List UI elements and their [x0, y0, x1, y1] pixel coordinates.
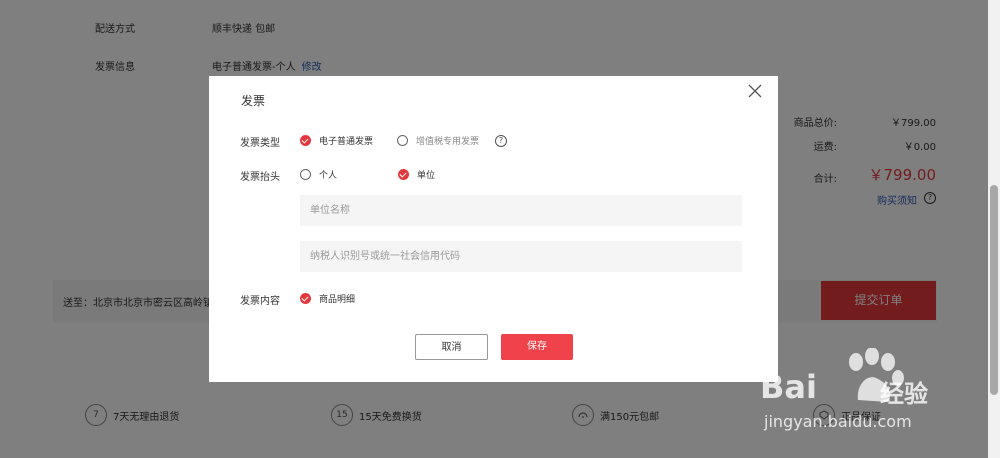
- scrollbar-thumb[interactable]: [990, 185, 998, 395]
- close-icon[interactable]: [748, 84, 762, 98]
- invoice-header-company[interactable]: 单位: [398, 168, 435, 181]
- cancel-button[interactable]: 取消: [415, 334, 488, 360]
- baidu-jingyan-watermark: Bai 经验 jingyan.baidu.com: [760, 348, 960, 442]
- save-button[interactable]: 保存: [501, 334, 573, 360]
- page-scrollbar[interactable]: [988, 0, 1000, 458]
- company-name-input[interactable]: [300, 195, 742, 226]
- modal-title: 发票: [241, 94, 266, 108]
- invoice-content-detail[interactable]: 商品明细: [300, 292, 355, 305]
- invoice-type-vat[interactable]: 增值税专用发票 ?: [397, 134, 508, 147]
- invoice-type-electronic[interactable]: 电子普通发票: [300, 134, 373, 147]
- radio-checked-icon[interactable]: [300, 293, 311, 304]
- invoice-header-label: 发票抬头: [240, 172, 280, 183]
- watermark-brand-suffix: 经验: [880, 380, 928, 408]
- taxpayer-id-input[interactable]: [300, 241, 742, 272]
- option-label: 增值税专用发票: [416, 137, 480, 147]
- radio-unchecked-icon[interactable]: [397, 135, 408, 146]
- option-label: 个人: [319, 171, 338, 181]
- radio-checked-icon[interactable]: [398, 169, 409, 180]
- radio-unchecked-icon[interactable]: [300, 169, 311, 180]
- option-label: 商品明细: [319, 295, 356, 305]
- watermark-url: jingyan.baidu.com: [764, 412, 912, 431]
- invoice-type-label: 发票类型: [240, 138, 280, 149]
- option-label: 电子普通发票: [319, 137, 374, 147]
- invoice-content-label: 发票内容: [240, 296, 280, 307]
- option-label: 单位: [417, 171, 436, 181]
- watermark-brand: Bai: [760, 368, 817, 406]
- radio-checked-icon[interactable]: [300, 135, 311, 146]
- invoice-header-personal[interactable]: 个人: [300, 168, 337, 181]
- help-icon[interactable]: ?: [495, 134, 508, 147]
- invoice-modal: 发票 发票类型 电子普通发票 增值税专用发票 ? 发票抬头 个人 单位 发票内容…: [209, 76, 778, 382]
